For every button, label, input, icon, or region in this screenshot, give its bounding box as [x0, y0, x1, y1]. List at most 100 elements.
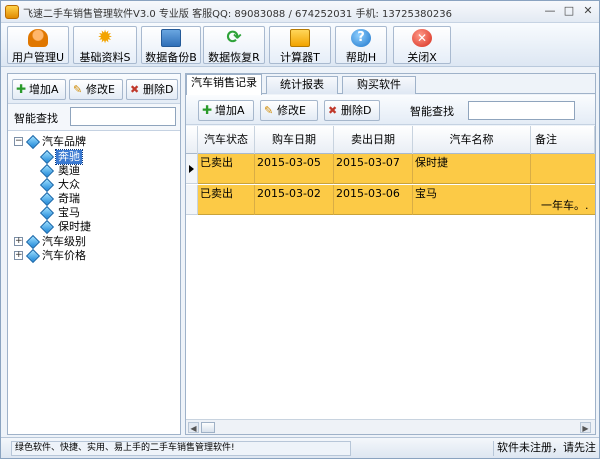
column-header-status[interactable]: 汽车状态 [198, 126, 255, 154]
category-search-label: 智能查找 [14, 112, 58, 125]
sales-add-label: 增加A [215, 104, 245, 117]
scroll-left-icon[interactable]: ◀ [188, 422, 199, 433]
category-delete-button[interactable]: ✖ 删除D [126, 79, 178, 100]
user-management-button[interactable]: 用户管理U [7, 26, 69, 64]
basic-data-label: 基础资料S [79, 51, 131, 64]
basic-data-button[interactable]: ✹ 基础资料S [73, 26, 137, 64]
sales-panel: 汽车销售记录 统计报表 购买软件 ✚ 增加A ✎ 修改E ✖ 删除D 智能查找 [185, 73, 596, 435]
data-backup-label: 数据备份B [145, 51, 197, 64]
delete-icon: ✖ [130, 83, 140, 96]
category-add-label: 增加A [29, 83, 59, 96]
user-management-label: 用户管理U [11, 51, 65, 64]
cell-note[interactable] [531, 154, 595, 184]
column-header-car-name[interactable]: 汽车名称 [413, 126, 531, 154]
sales-toolbar: ✚ 增加A ✎ 修改E ✖ 删除D 智能查找 [186, 95, 595, 125]
sales-delete-button[interactable]: ✖ 删除D [324, 100, 380, 121]
status-bar: 绿色软件、快捷、实用、易上手的二手车销售管理软件! 软件未注册，请先注 [1, 437, 599, 458]
cell-sell-date[interactable]: 2015-03-06 [334, 185, 413, 215]
category-delete-label: 删除D [143, 83, 174, 96]
sales-edit-label: 修改E [277, 104, 306, 117]
data-restore-button[interactable]: ⟳ 数据恢复R [203, 26, 265, 64]
diamond-icon [39, 191, 55, 207]
exit-label: 关闭X [407, 51, 437, 64]
title-bar: 飞速二手车销售管理软件V3.0 专业版 客服QQ: 89083088 / 674… [1, 1, 599, 23]
pencil-icon: ✎ [264, 104, 274, 117]
add-icon: ✚ [16, 82, 27, 96]
help-icon: ? [351, 29, 371, 47]
diamond-icon [39, 219, 55, 235]
category-add-button[interactable]: ✚ 增加A [12, 79, 66, 100]
cell-buy-date[interactable]: 2015-03-05 [255, 154, 334, 184]
column-header-buy-date[interactable]: 购车日期 [255, 126, 334, 154]
diamond-icon [39, 149, 55, 165]
sales-grid: 汽车状态 购车日期 卖出日期 汽车名称 备注 已卖出 2015-03-05 20… [186, 126, 595, 419]
add-icon: ✚ [202, 103, 213, 117]
tab-strip: 汽车销售记录 统计报表 购买软件 [186, 74, 595, 95]
table-row[interactable]: 已卖出 2015-03-02 2015-03-06 宝马 一年车。. [198, 185, 595, 215]
data-restore-label: 数据恢复R [208, 51, 260, 64]
cell-note[interactable]: 一年车。. [531, 185, 595, 215]
category-tree: − 汽车品牌 奔驰 奥迪 大众 奇瑞 宝马 保时捷 + 汽车级别 + 汽车价格 [8, 130, 180, 434]
status-slogan: 绿色软件、快捷、实用、易上手的二手车销售管理软件! [11, 441, 351, 456]
minimize-button[interactable]: — [541, 4, 559, 19]
diamond-icon [25, 234, 41, 250]
app-logo-icon [5, 5, 19, 19]
user-icon [28, 29, 48, 47]
tree-collapse-toggle[interactable]: − [14, 137, 23, 146]
diamond-icon [39, 177, 55, 193]
cell-status[interactable]: 已卖出 [198, 185, 255, 215]
cell-car-name[interactable]: 保时捷 [413, 154, 531, 184]
category-panel: ✚ 增加A ✎ 修改E ✖ 删除D 智能查找 − 汽车品牌 奔驰 奥迪 大众 奇… [7, 73, 181, 435]
category-edit-button[interactable]: ✎ 修改E [69, 79, 123, 100]
calculator-label: 计算器T [280, 51, 320, 64]
diamond-icon [25, 134, 41, 150]
restore-icon: ⟳ [226, 27, 242, 48]
column-header-note[interactable]: 备注 [531, 126, 595, 154]
help-button[interactable]: ? 帮助H [335, 26, 387, 64]
current-row-arrow-icon [189, 165, 194, 173]
horizontal-scrollbar[interactable]: ◀ ▶ [186, 419, 595, 434]
category-search-input[interactable] [70, 107, 176, 126]
row-indicator[interactable] [186, 154, 198, 184]
backup-icon [161, 29, 181, 47]
sales-add-button[interactable]: ✚ 增加A [198, 100, 254, 121]
help-label: 帮助H [345, 51, 377, 64]
tab-statistics[interactable]: 统计报表 [266, 76, 338, 94]
cell-sell-date[interactable]: 2015-03-07 [334, 154, 413, 184]
diamond-icon [39, 205, 55, 221]
main-toolbar: 用户管理U ✹ 基础资料S 数据备份B ⟳ 数据恢复R 计算器T ? 帮助H ✕… [1, 23, 599, 67]
sales-search-input[interactable] [468, 101, 575, 120]
data-backup-button[interactable]: 数据备份B [141, 26, 201, 64]
scroll-right-icon[interactable]: ▶ [580, 422, 591, 433]
status-registration: 软件未注册，请先注 [493, 441, 598, 456]
maximize-button[interactable]: □ [560, 4, 578, 19]
gear-icon: ✹ [97, 27, 113, 48]
tree-expand-toggle[interactable]: + [14, 237, 23, 246]
sales-edit-button[interactable]: ✎ 修改E [260, 100, 318, 121]
table-row[interactable]: 已卖出 2015-03-05 2015-03-07 保时捷 [198, 154, 595, 184]
window-title: 飞速二手车销售管理软件V3.0 专业版 客服QQ: 89083088 / 674… [23, 9, 452, 20]
grid-header: 汽车状态 购车日期 卖出日期 汽车名称 备注 [186, 126, 595, 154]
category-edit-label: 修改E [86, 83, 115, 96]
diamond-icon [39, 163, 55, 179]
cell-buy-date[interactable]: 2015-03-02 [255, 185, 334, 215]
exit-button[interactable]: ✕ 关闭X [393, 26, 451, 64]
tree-expand-toggle[interactable]: + [14, 251, 23, 260]
tab-buy-software[interactable]: 购买软件 [342, 76, 416, 94]
cell-car-name[interactable]: 宝马 [413, 185, 531, 215]
sales-delete-label: 删除D [341, 104, 372, 117]
sales-search-label: 智能查找 [410, 105, 454, 118]
category-toolbar: ✚ 增加A ✎ 修改E ✖ 删除D [8, 74, 180, 104]
cell-status[interactable]: 已卖出 [198, 154, 255, 184]
header-indicator [186, 126, 198, 154]
scrollbar-thumb[interactable] [201, 422, 215, 433]
window-close-button[interactable]: ✕ [579, 4, 597, 19]
column-header-sell-date[interactable]: 卖出日期 [334, 126, 413, 154]
row-indicator[interactable] [186, 185, 198, 215]
diamond-icon [25, 248, 41, 264]
app-window: 飞速二手车销售管理软件V3.0 专业版 客服QQ: 89083088 / 674… [0, 0, 600, 459]
delete-icon: ✖ [328, 104, 338, 117]
calculator-button[interactable]: 计算器T [269, 26, 331, 64]
tab-sales-records[interactable]: 汽车销售记录 [186, 74, 262, 95]
close-icon: ✕ [412, 29, 432, 47]
